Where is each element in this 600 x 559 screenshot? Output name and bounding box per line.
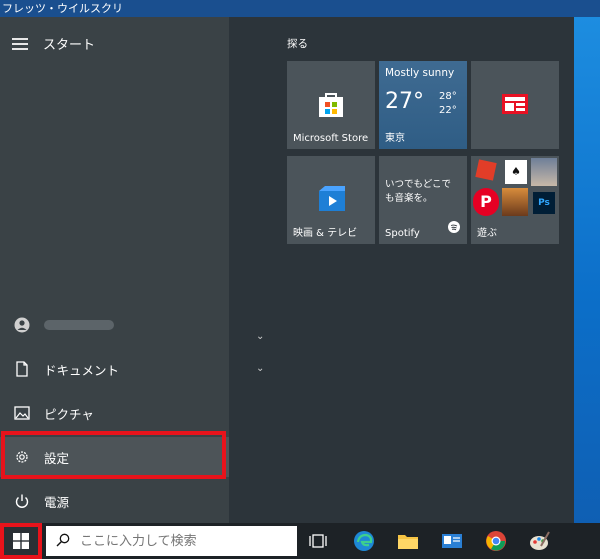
tile-spotify[interactable]: いつでもどこでも音楽を。 Spotify bbox=[379, 156, 467, 244]
tile-news[interactable] bbox=[471, 61, 559, 149]
nav-pictures-label: ピクチャ bbox=[44, 406, 94, 422]
power-icon bbox=[14, 493, 30, 509]
nav-documents[interactable]: ドキュメント bbox=[0, 349, 229, 389]
search-icon bbox=[56, 532, 70, 551]
start-menu: スタート ドキュメント ピクチャ 設定 電源 ⌄ ⌄ 探る Microsoft … bbox=[0, 17, 574, 523]
weather-condition: Mostly sunny bbox=[385, 67, 455, 79]
weather-low: 22° bbox=[439, 105, 457, 116]
hamburger-menu-icon[interactable] bbox=[12, 38, 28, 50]
nav-documents-label: ドキュメント bbox=[44, 362, 120, 378]
taskbar bbox=[0, 523, 600, 559]
document-icon bbox=[14, 361, 30, 377]
tile-label: Spotify bbox=[385, 228, 420, 239]
taskbar-search-box[interactable] bbox=[46, 526, 297, 556]
tile-weather[interactable]: Mostly sunny 27° 28° 22° 東京 bbox=[379, 61, 467, 149]
task-view-icon[interactable] bbox=[306, 529, 330, 553]
spotify-icon bbox=[448, 218, 460, 237]
store-icon bbox=[317, 91, 345, 123]
nav-pictures[interactable]: ピクチャ bbox=[0, 393, 229, 433]
tile-movies-tv[interactable]: 映画 & テレビ bbox=[287, 156, 375, 244]
mail-icon[interactable] bbox=[440, 529, 464, 553]
desktop-background bbox=[574, 17, 600, 523]
window-title: フレッツ・ウイルスクリ bbox=[2, 2, 123, 15]
chevron-down-icon[interactable]: ⌄ bbox=[256, 363, 264, 374]
nav-power-label: 電源 bbox=[44, 494, 70, 510]
tile-microsoft-store[interactable]: Microsoft Store bbox=[287, 61, 375, 149]
chrome-icon[interactable] bbox=[484, 529, 508, 553]
weather-city: 東京 bbox=[385, 133, 405, 144]
games-folder-icon: ♠ P Ps bbox=[471, 156, 559, 218]
tile-play-folder[interactable]: ♠ P Ps 遊ぶ bbox=[471, 156, 559, 244]
movies-tv-icon bbox=[317, 184, 347, 218]
spotify-promo: いつでもどこでも音楽を。 bbox=[385, 179, 452, 204]
paint-icon[interactable] bbox=[528, 529, 552, 553]
window-titlebar: フレッツ・ウイルスクリ bbox=[0, 0, 600, 17]
windows-logo-icon bbox=[13, 533, 29, 549]
start-button[interactable] bbox=[0, 523, 42, 559]
start-label: スタート bbox=[43, 38, 96, 53]
tile-label: Microsoft Store bbox=[293, 133, 369, 144]
nav-power[interactable]: 電源 bbox=[0, 481, 229, 521]
news-icon bbox=[501, 93, 529, 119]
file-explorer-icon[interactable] bbox=[396, 529, 420, 553]
tile-label: 遊ぶ bbox=[477, 228, 497, 239]
chevron-down-icon[interactable]: ⌄ bbox=[256, 331, 264, 342]
edge-icon[interactable] bbox=[352, 529, 376, 553]
nav-user-account[interactable] bbox=[0, 305, 229, 345]
user-avatar-icon bbox=[14, 317, 30, 333]
search-input[interactable] bbox=[78, 532, 282, 550]
tile-label: 映画 & テレビ bbox=[293, 228, 358, 239]
tile-group-title: 探る bbox=[287, 38, 308, 50]
weather-temperature: 27° bbox=[385, 89, 424, 114]
weather-high: 28° bbox=[439, 91, 457, 102]
pictures-icon bbox=[14, 405, 30, 421]
settings-highlight-box bbox=[1, 431, 226, 479]
user-name-blurred bbox=[44, 320, 114, 330]
